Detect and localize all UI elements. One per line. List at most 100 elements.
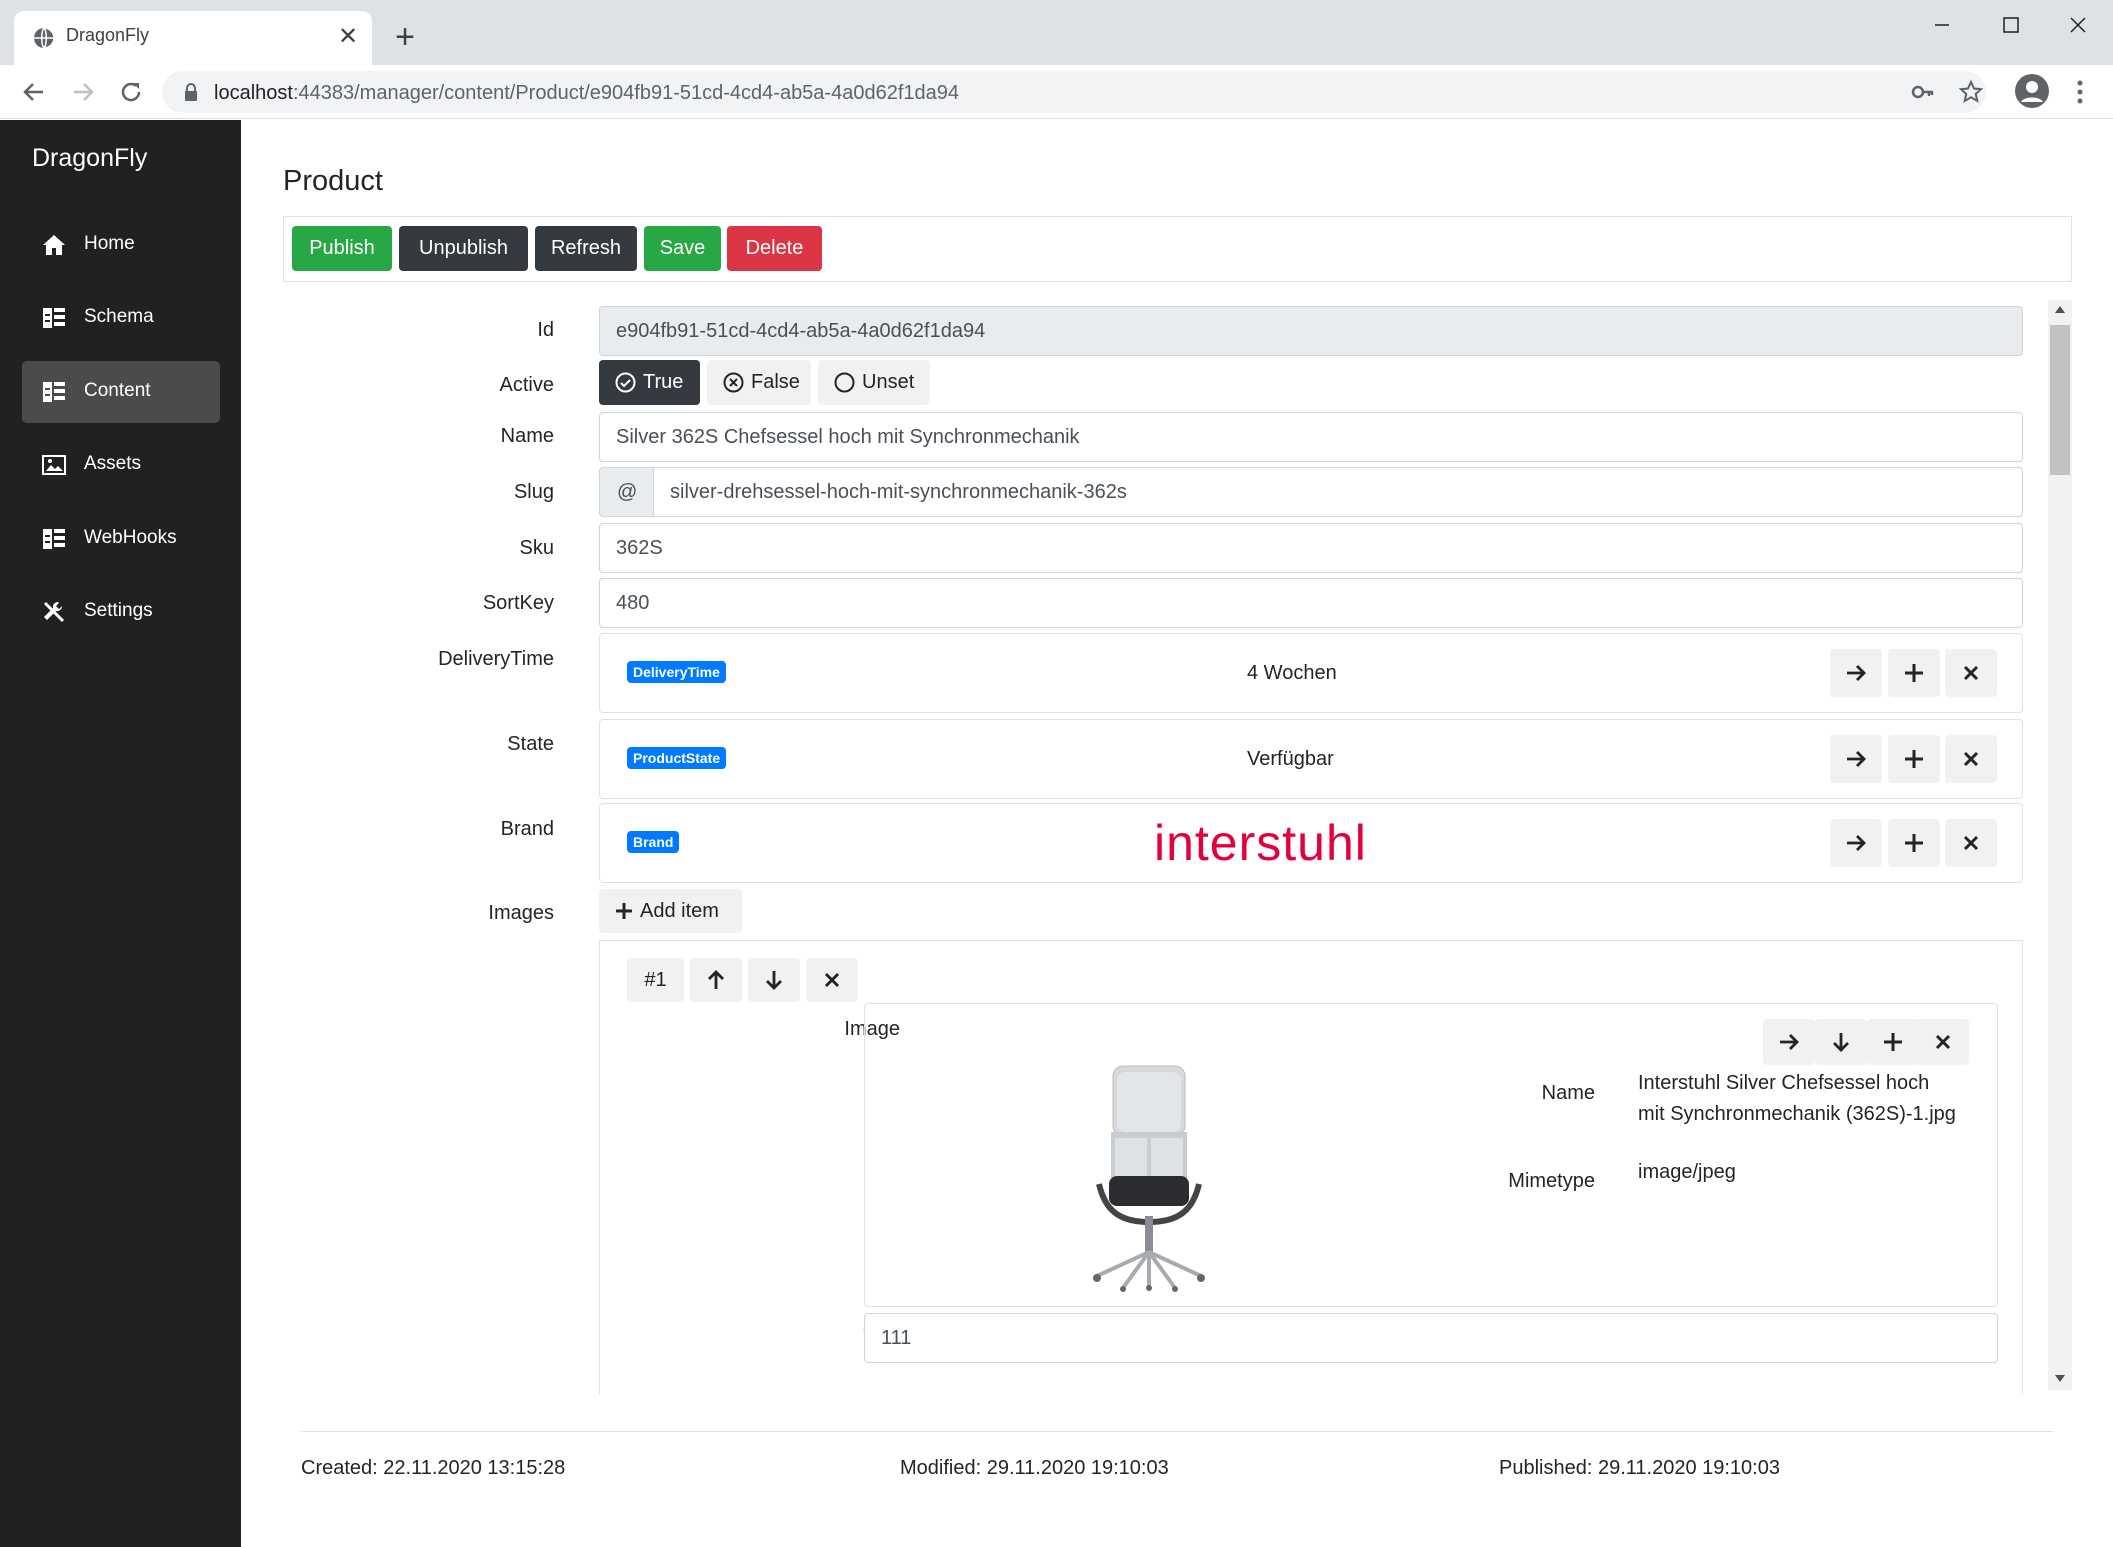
lock-icon[interactable]	[182, 82, 200, 102]
tab-title: DragonFly	[66, 25, 150, 45]
plus-icon	[1905, 834, 1923, 852]
state-open-button[interactable]	[1830, 735, 1882, 783]
asset-open-button[interactable]	[1763, 1019, 1815, 1065]
active-true-option[interactable]: True	[599, 360, 700, 405]
globe-icon	[34, 27, 55, 49]
add-item-label: Add item	[640, 900, 719, 922]
sortkey-field[interactable]: 480	[599, 578, 2023, 628]
remove-item-button[interactable]	[806, 958, 858, 1002]
id-field[interactable]: e904fb91-51cd-4cd4-ab5a-4a0d62f1da94	[599, 306, 2023, 356]
list-icon	[43, 529, 65, 549]
sidebar-item-label: Schema	[84, 306, 154, 327]
move-down-button[interactable]	[748, 958, 800, 1002]
scroll-down-icon[interactable]	[2054, 1374, 2066, 1384]
id-label: Id	[537, 319, 554, 341]
asset-name-line1: Interstuhl Silver Chefsessel hoch	[1638, 1072, 1930, 1094]
asset-add-button[interactable]	[1867, 1019, 1919, 1065]
active-false-option[interactable]: False	[707, 360, 811, 405]
image-list-item: #1 Image Name Interstuhl Silver Chefsess…	[599, 940, 2023, 1394]
new-tab-button[interactable]: +	[387, 20, 423, 56]
plus-icon	[1905, 750, 1923, 768]
deliverytime-open-button[interactable]	[1830, 649, 1882, 697]
state-reference: ProductState Verfügbar	[599, 719, 2023, 799]
close-icon	[1963, 665, 1979, 681]
asset-name-value: Interstuhl Silver Chefsessel hoch mit Sy…	[1638, 1068, 1956, 1130]
test-field[interactable]: 111	[864, 1313, 1998, 1363]
sidebar-brand[interactable]: DragonFly	[32, 144, 147, 173]
add-item-button[interactable]: Add item	[599, 889, 742, 933]
arrow-down-icon	[766, 971, 782, 990]
address-bar-row: localhost:44383/manager/content/Product/…	[0, 65, 2113, 119]
save-button[interactable]: Save	[644, 226, 721, 271]
scrollbar-thumb[interactable]	[2050, 325, 2070, 475]
sidebar-item-webhooks[interactable]: WebHooks	[22, 508, 220, 570]
key-icon[interactable]	[1910, 79, 1936, 105]
arrow-right-icon	[1847, 665, 1866, 681]
brand-logo: interstuhl	[1154, 815, 1367, 871]
reload-icon[interactable]	[114, 75, 148, 109]
active-false-label: False	[751, 371, 800, 393]
deliverytime-badge: DeliveryTime	[627, 661, 726, 683]
state-add-button[interactable]	[1888, 735, 1940, 783]
profile-icon[interactable]	[2014, 73, 2050, 109]
close-window-icon[interactable]	[2058, 10, 2098, 40]
close-tab-icon[interactable]: ✕	[334, 23, 362, 51]
sidebar-item-schema[interactable]: Schema	[22, 287, 220, 349]
brand-reference: Brand interstuhl	[599, 803, 2023, 883]
star-icon[interactable]	[1958, 79, 1984, 105]
item-index: #1	[627, 958, 684, 1002]
asset-download-button[interactable]	[1815, 1019, 1867, 1065]
deliverytime-reference: DeliveryTime 4 Wochen	[599, 633, 2023, 713]
back-icon[interactable]	[17, 75, 51, 109]
deliverytime-clear-button[interactable]	[1945, 649, 1997, 697]
sidebar-item-label: Home	[84, 233, 135, 254]
arrow-right-icon	[1847, 751, 1866, 767]
state-value: Verfügbar	[1247, 748, 1334, 770]
publish-button[interactable]: Publish	[292, 226, 392, 271]
sidebar-item-home[interactable]: Home	[22, 214, 220, 276]
brand-open-button[interactable]	[1830, 819, 1882, 867]
page-title: Product	[283, 165, 383, 197]
deliverytime-value: 4 Wochen	[1247, 662, 1337, 684]
minimize-icon[interactable]	[1922, 10, 1962, 40]
name-label: Name	[500, 425, 554, 447]
form-scrollbar[interactable]	[2048, 300, 2072, 1390]
arrow-down-icon	[1833, 1033, 1849, 1052]
slug-field[interactable]: silver-drehsessel-hoch-mit-synchronmecha…	[653, 467, 2023, 517]
deliverytime-add-button[interactable]	[1888, 649, 1940, 697]
refresh-button[interactable]: Refresh	[535, 226, 637, 271]
state-badge: ProductState	[627, 747, 727, 769]
arrow-right-icon	[1847, 835, 1866, 851]
active-label: Active	[499, 374, 554, 396]
published-timestamp: Published: 29.11.2020 19:10:03	[1499, 1457, 1780, 1479]
sidebar-item-assets[interactable]: Assets	[22, 434, 220, 496]
state-label: State	[507, 733, 554, 755]
tools-icon	[43, 601, 65, 623]
sku-field[interactable]: 362S	[599, 523, 2023, 573]
state-clear-button[interactable]	[1945, 735, 1997, 783]
active-unset-option[interactable]: Unset	[818, 360, 930, 405]
name-field[interactable]: Silver 362S Chefsessel hoch mit Synchron…	[599, 412, 2023, 462]
circle-icon	[834, 372, 855, 393]
browser-tab[interactable]: DragonFly ✕	[14, 11, 372, 65]
sidebar-item-content[interactable]: Content	[22, 361, 220, 423]
unpublish-button[interactable]: Unpublish	[399, 226, 528, 271]
sidebar-item-settings[interactable]: Settings	[22, 581, 220, 643]
footer-divider	[301, 1431, 2053, 1432]
move-up-button[interactable]	[690, 958, 742, 1002]
forward-icon[interactable]	[66, 75, 100, 109]
list-icon	[43, 382, 65, 402]
url-input[interactable]: localhost:44383/manager/content/Product/…	[162, 71, 1986, 113]
delete-button[interactable]: Delete	[727, 226, 822, 271]
brand-add-button[interactable]	[1888, 819, 1940, 867]
app-root: DragonFly ✕ + localhost:44383/manager/co…	[0, 0, 2113, 1547]
asset-name-line2: mit Synchronmechanik (362S)-1.jpg	[1638, 1103, 1956, 1125]
scroll-up-icon[interactable]	[2054, 304, 2066, 314]
maximize-icon[interactable]	[1990, 10, 2030, 40]
close-icon	[1935, 1034, 1951, 1050]
menu-dots-icon[interactable]	[2068, 75, 2092, 109]
brand-clear-button[interactable]	[1945, 819, 1997, 867]
check-circle-icon	[615, 372, 636, 393]
asset-clear-button[interactable]	[1917, 1019, 1969, 1065]
mimetype-value: image/jpeg	[1638, 1161, 1736, 1183]
